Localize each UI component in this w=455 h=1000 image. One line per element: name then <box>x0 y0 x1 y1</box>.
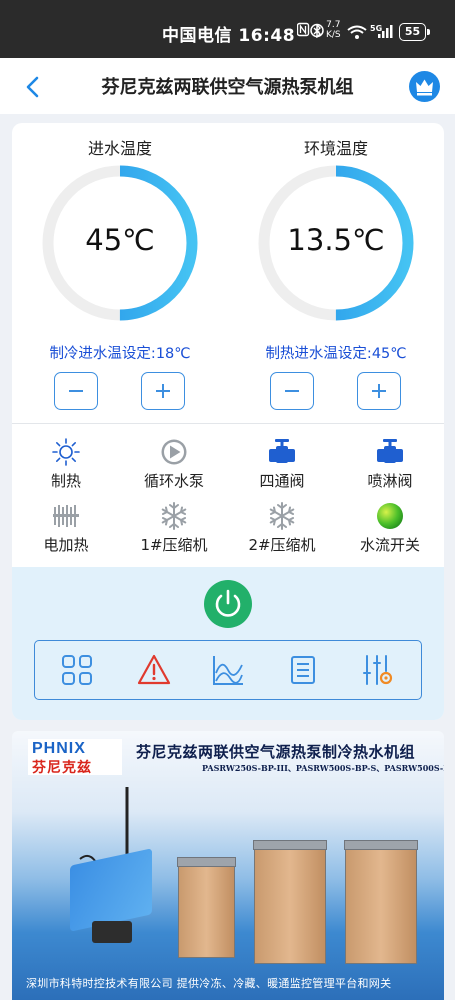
wifi-icon <box>347 25 367 39</box>
brand-logo-cn: 芬尼克兹 <box>32 760 92 776</box>
brand-logo-en: PHNIX <box>32 740 86 757</box>
carrier-and-time: 中国电信 16:48 <box>162 26 296 46</box>
status-label: 1#压缩机 <box>140 536 208 554</box>
speed-unit: K/S <box>326 30 341 40</box>
pump-icon <box>161 439 187 465</box>
cooling-setpoint-increase-button[interactable] <box>141 372 185 410</box>
snowflake-icon <box>161 502 187 530</box>
gateway-connector <box>92 921 132 943</box>
back-arrow-icon[interactable] <box>18 72 48 102</box>
heating-setpoint-increase-button[interactable] <box>357 372 401 410</box>
bluetooth-icon <box>313 24 321 38</box>
heat-pump-unit-small <box>177 857 236 958</box>
status-heating: 制热 <box>12 437 120 493</box>
device-panel: 进水温度 45℃ 制冷进水温设定:18℃ 环境温度 13.5℃ 制热进水温设定:… <box>12 123 444 720</box>
app-bar: 芬尼克兹两联供空气源热泵机组 <box>0 58 455 114</box>
function-toolbar <box>34 640 422 700</box>
battery-indicator: 55 <box>399 23 426 41</box>
status-label: 2#压缩机 <box>248 536 316 554</box>
status-circulation-pump: 循环水泵 <box>120 437 228 493</box>
sun-icon <box>52 438 80 466</box>
divider <box>12 423 444 424</box>
status-flow-switch: 水流开关 <box>336 501 444 557</box>
list-document-icon[interactable] <box>286 653 320 687</box>
cooling-setpoint-label: 制冷进水温设定:18℃ <box>49 346 191 362</box>
valve-icon <box>377 439 403 463</box>
cooling-setpoint-decrease-button[interactable] <box>54 372 98 410</box>
status-four-way-valve: 四通阀 <box>228 437 336 493</box>
status-label: 水流开关 <box>359 536 420 554</box>
signal-5g-icon: 5G <box>370 24 393 38</box>
power-icon <box>215 589 241 617</box>
power-button[interactable] <box>204 580 252 628</box>
ambient-temperature-gauge: 环境温度 13.5℃ 制热进水温设定:45℃ <box>228 123 444 423</box>
settings-sliders-icon[interactable] <box>360 653 394 687</box>
green-indicator-icon <box>377 503 403 529</box>
control-area <box>12 567 444 720</box>
crown-icon[interactable] <box>409 71 440 102</box>
battery-tip <box>427 29 430 35</box>
gauge-value: 13.5℃ <box>287 223 385 257</box>
gauge-label: 环境温度 <box>303 139 368 158</box>
status-spray-valve: 喷淋阀 <box>336 437 444 493</box>
heat-pump-unit-large <box>344 840 418 964</box>
status-compressor-1: 1#压缩机 <box>120 501 228 557</box>
status-label: 循环水泵 <box>143 472 204 490</box>
status-compressor-2: 2#压缩机 <box>228 501 336 557</box>
status-electric-heater: 电加热 <box>12 501 120 557</box>
valve-icon <box>269 439 295 463</box>
banner-models: PASRW250S-BP-III、PASRW500S-BP-S、PASRW500… <box>202 763 444 773</box>
status-label: 四通阀 <box>259 472 305 490</box>
speed-value: 7.7 <box>326 20 341 30</box>
status-label: 电加热 <box>43 536 89 554</box>
brand-logo: PHNIX 芬尼克兹 <box>28 739 122 776</box>
heating-setpoint-decrease-button[interactable] <box>270 372 314 410</box>
svg-text:5G: 5G <box>370 24 382 33</box>
snowflake-icon <box>269 502 295 530</box>
alarm-warning-icon[interactable] <box>137 653 171 687</box>
inlet-temperature-gauge: 进水温度 45℃ 制冷进水温设定:18℃ <box>12 123 228 423</box>
network-speed: 7.7 K/S <box>326 20 341 40</box>
banner-footer: 深圳市科特时控技术有限公司 提供冷冻、冷藏、暖通监控管理平台和网关 <box>26 977 392 990</box>
status-label: 喷淋阀 <box>367 472 413 490</box>
chart-curve-icon[interactable] <box>211 653 245 687</box>
system-status-bar: 中国电信 16:48 7.7 K/S 5G 55 <box>0 0 455 58</box>
heat-pump-unit-medium <box>253 840 327 964</box>
gauge-label: 进水温度 <box>87 139 152 158</box>
electric-heater-icon <box>53 505 79 527</box>
banner-headline: 芬尼克兹两联供空气源热泵制冷热水机组 <box>136 743 416 761</box>
grid-icon[interactable] <box>60 653 94 687</box>
product-banner[interactable]: PHNIX 芬尼克兹 芬尼克兹两联供空气源热泵制冷热水机组 PASRW250S-… <box>12 731 444 1000</box>
gauge-value: 45℃ <box>85 223 155 257</box>
heating-setpoint-label: 制热进水温设定:45℃ <box>265 346 407 362</box>
page-title: 芬尼克兹两联供空气源热泵机组 <box>101 77 354 98</box>
status-label: 制热 <box>50 472 81 490</box>
